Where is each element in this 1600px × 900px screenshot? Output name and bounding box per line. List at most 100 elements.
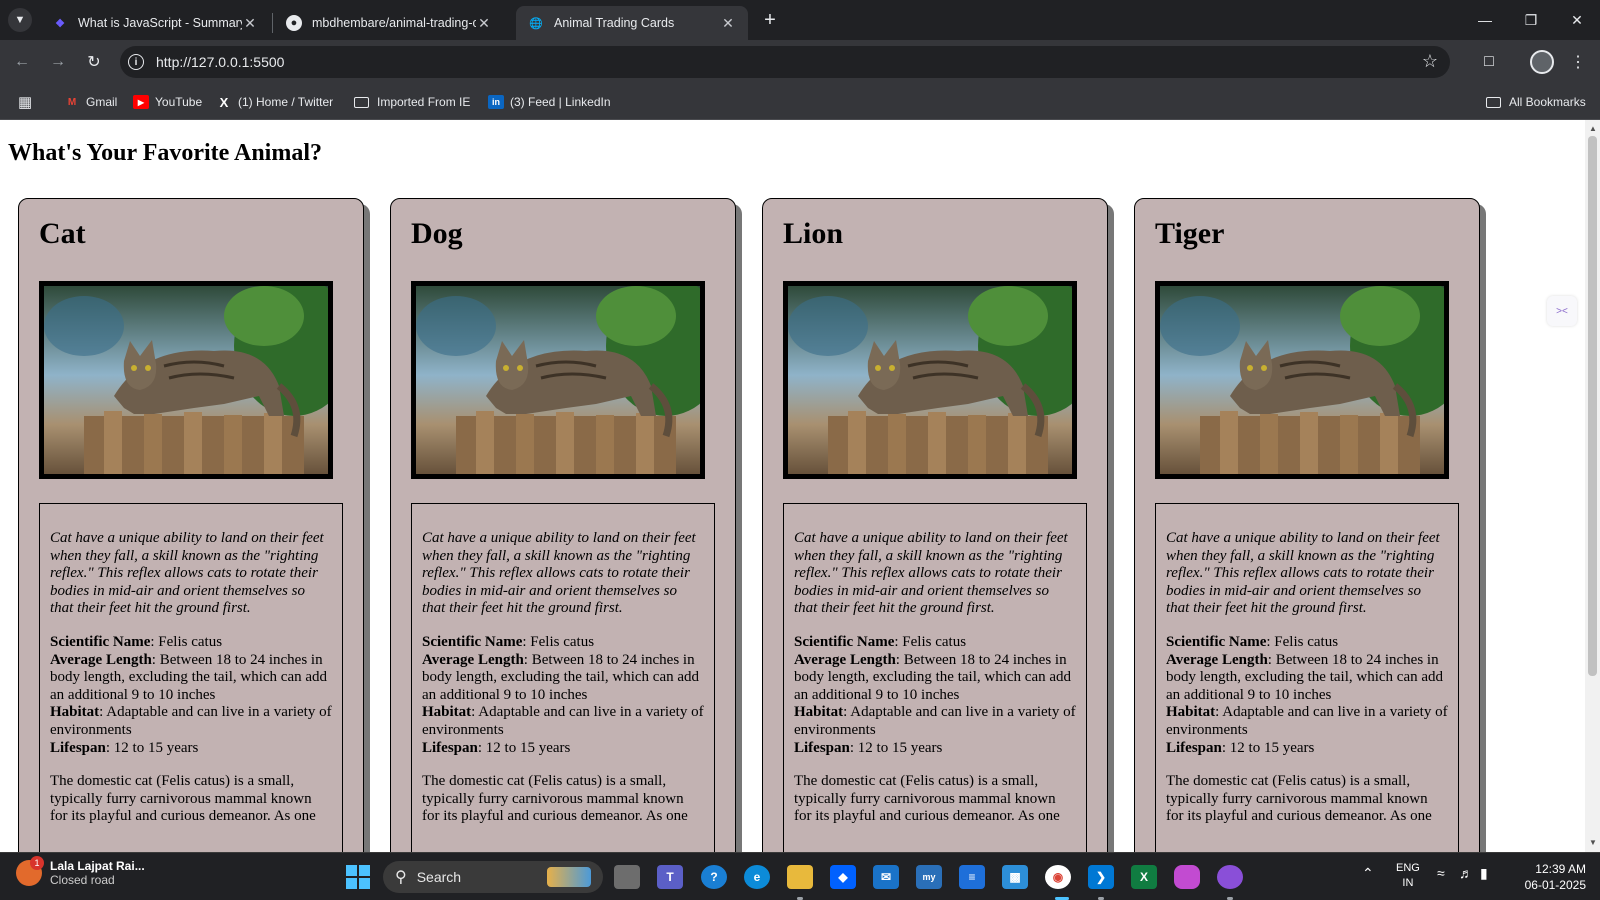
side-panel-toggle-icon[interactable]: >< [1547, 296, 1577, 326]
card-description: Cat have a unique ability to land on the… [794, 530, 1068, 617]
vscode-icon[interactable]: ❯ [1088, 865, 1114, 889]
card-description: Cat have a unique ability to land on the… [422, 530, 696, 617]
battery-icon[interactable]: ▮ [1480, 865, 1488, 882]
profile-avatar[interactable] [1530, 50, 1554, 74]
mysql-icon[interactable]: my [916, 865, 942, 889]
new-tab-button[interactable]: + [758, 8, 782, 32]
scrollbar-thumb[interactable] [1588, 136, 1597, 676]
fact-value: : Felis catus [1266, 633, 1339, 650]
close-icon[interactable]: ✕ [476, 15, 492, 32]
bookmark-twitter[interactable]: X (1) Home / Twitter [216, 93, 333, 111]
folder-icon [354, 96, 369, 108]
help-icon[interactable]: ? [701, 865, 727, 889]
fact-value: : Felis catus [522, 633, 595, 650]
fact-label: Habitat [794, 704, 844, 721]
bookmarks-bar: ▦ M Gmail ▶ YouTube X (1) Home / Twitter… [0, 84, 1600, 120]
site-info-icon[interactable]: i [128, 54, 144, 70]
browser-toolbar: ← → ↻ i http://127.0.0.1:5500 ☆ □ ⋮ [0, 40, 1600, 84]
extensions-icon[interactable]: □ [1477, 50, 1501, 74]
edge-icon[interactable]: e [744, 865, 770, 889]
chrome-icon[interactable]: ◉ [1045, 865, 1071, 889]
fact-label: Habitat [1166, 704, 1216, 721]
forward-icon[interactable]: → [46, 50, 70, 74]
restore-button[interactable]: ❐ [1508, 4, 1554, 36]
card-fact: Average Length: Between 18 to 24 inches … [794, 652, 1076, 705]
close-icon[interactable]: ✕ [242, 15, 258, 32]
bookmark-youtube[interactable]: ▶ YouTube [133, 93, 202, 111]
card-info-box: Cat have a unique ability to land on the… [1155, 503, 1459, 852]
notepad-icon[interactable]: ≡ [959, 865, 985, 889]
bookmark-star-icon[interactable]: ☆ [1422, 51, 1438, 72]
close-icon[interactable]: ✕ [720, 15, 736, 32]
scroll-down-icon[interactable]: ▼ [1589, 838, 1597, 847]
github-desktop-icon[interactable] [1217, 865, 1243, 889]
search-highlight-image [547, 867, 591, 887]
close-window-button[interactable]: ✕ [1554, 4, 1600, 36]
bookmark-linkedin[interactable]: in (3) Feed | LinkedIn [488, 93, 611, 111]
bookmark-gmail[interactable]: M Gmail [64, 93, 118, 111]
tab-title: mbdhembare/animal-trading-c [312, 16, 476, 30]
card-more-text: The domestic cat (Felis catus) is a smal… [422, 773, 688, 825]
language-line2: IN [1402, 877, 1414, 889]
chevron-up-icon[interactable]: ⌃ [1362, 865, 1374, 882]
copilot-icon[interactable] [1174, 865, 1200, 889]
browser-tab-bar: ▼ ❖ What is JavaScript - Summary ✕ ● mbd… [0, 0, 1600, 40]
card-fact: Scientific Name: Felis catus [50, 634, 332, 652]
tab-separator [272, 13, 273, 33]
volume-icon[interactable]: ♬ [1459, 865, 1473, 881]
bookmark-label: Imported From IE [377, 95, 471, 109]
card-fact: Lifespan: 12 to 15 years [50, 740, 332, 758]
url-text[interactable]: http://127.0.0.1:5500 [156, 54, 284, 70]
address-bar[interactable]: i http://127.0.0.1:5500 ☆ [120, 46, 1450, 78]
card-more-text: The domestic cat (Felis catus) is a smal… [50, 773, 316, 825]
card-fact: Lifespan: 12 to 15 years [794, 740, 1076, 758]
apps-grid-icon[interactable]: ▦ [18, 93, 32, 111]
clock-time: 12:39 AM [1535, 862, 1586, 876]
tab-javascript-summary[interactable]: ❖ What is JavaScript - Summary ✕ [40, 6, 270, 40]
page-scrollbar[interactable]: ▲ ▼ [1585, 120, 1600, 852]
gmail-icon: M [67, 96, 77, 108]
teams-icon[interactable]: T [657, 865, 683, 889]
mail-icon[interactable]: ✉ [873, 865, 899, 889]
all-bookmarks-button[interactable]: All Bookmarks [1486, 93, 1586, 111]
animal-photo [39, 281, 333, 479]
excel-icon[interactable]: X [1131, 865, 1157, 889]
fact-label: Lifespan [422, 739, 478, 756]
bookmark-label: (1) Home / Twitter [238, 95, 334, 109]
start-button[interactable] [346, 865, 370, 889]
card-fact: Average Length: Between 18 to 24 inches … [422, 652, 704, 705]
language-line1: ENG [1396, 862, 1420, 874]
back-icon[interactable]: ← [10, 50, 34, 74]
reload-icon[interactable]: ↻ [82, 50, 106, 74]
search-label: Search [416, 869, 462, 885]
card-fact: Habitat: Adaptable and can live in a var… [1166, 704, 1448, 739]
tab-animal-trading-cards[interactable]: 🌐 Animal Trading Cards ✕ [516, 6, 748, 40]
fact-label: Scientific Name [794, 633, 895, 650]
minimize-button[interactable]: — [1462, 4, 1508, 36]
file-explorer-icon[interactable] [787, 865, 813, 889]
animal-photo [783, 281, 1077, 479]
card-more-text: The domestic cat (Felis catus) is a smal… [1166, 773, 1432, 825]
animal-card: Cat Cat have a unique ability to land on… [18, 198, 364, 852]
tab-github-repo[interactable]: ● mbdhembare/animal-trading-c ✕ [274, 6, 504, 40]
fact-value: : 12 to 15 years [849, 739, 943, 756]
weather-widget[interactable]: 1 Lala Lajpat Rai... Closed road [16, 856, 145, 887]
system-clock[interactable]: 12:39 AM 06-01-2025 [1508, 861, 1586, 893]
fact-label: Scientific Name [1166, 633, 1267, 650]
language-indicator[interactable]: ENG IN [1396, 861, 1420, 891]
scroll-up-icon[interactable]: ▲ [1589, 124, 1597, 133]
task-view-icon[interactable] [614, 865, 640, 889]
fact-label: Scientific Name [422, 633, 523, 650]
tab-search-icon[interactable]: ▼ [8, 8, 32, 32]
card-fact: Habitat: Adaptable and can live in a var… [422, 704, 704, 739]
taskbar-search[interactable]: ⚲ Search [383, 861, 603, 893]
card-fact: Scientific Name: Felis catus [1166, 634, 1448, 652]
fact-value: : 12 to 15 years [477, 739, 571, 756]
wifi-icon[interactable]: ≈ [1437, 865, 1445, 881]
remote-desktop-icon[interactable]: ▩ [1002, 865, 1028, 889]
fact-label: Lifespan [1166, 739, 1222, 756]
folder-icon [1486, 96, 1501, 108]
menu-dots-icon[interactable]: ⋮ [1566, 50, 1590, 74]
bookmark-folder-imported-ie[interactable]: Imported From IE [354, 93, 470, 111]
dropbox-icon[interactable]: ◆ [830, 865, 856, 889]
